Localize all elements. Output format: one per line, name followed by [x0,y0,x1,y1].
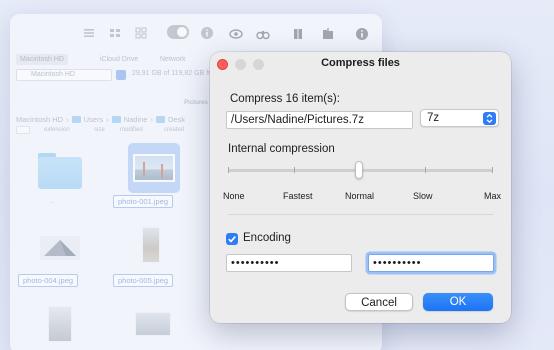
level-label-normal: Normal [345,191,375,201]
cancel-button[interactable]: Cancel [345,293,413,311]
slider-tick [294,167,295,173]
sort-control[interactable] [16,126,30,134]
parent-folder-icon[interactable] [38,153,82,189]
compression-slider-thumb[interactable] [355,161,363,179]
encoding-label[interactable]: Encoding [243,232,291,244]
info-icon[interactable] [200,26,214,40]
info-circle-icon[interactable] [355,27,369,41]
photo-thumbnail[interactable] [48,306,72,342]
photo-thumbnail[interactable] [133,154,175,182]
photo-thumbnail[interactable] [142,227,160,263]
grid-view-icon[interactable] [134,26,148,40]
dialog-title: Compress files [321,57,400,69]
tab-icloud-drive[interactable]: iCloud Drive [96,54,142,65]
eye-icon[interactable] [229,27,243,41]
file-label: photo-001.jpeg [113,195,174,208]
column-header[interactable]: extension [44,127,70,133]
chevron-right-icon: › [150,114,153,124]
slider-tick [425,167,426,173]
level-label-fastest: Fastest [283,191,313,201]
level-label-none: None [223,191,245,201]
list-view-icon[interactable] [82,26,96,40]
column-view-icon[interactable] [108,26,122,40]
level-label-slow: Slow [413,191,433,201]
book-icon[interactable] [291,27,305,41]
slider-tick [492,167,493,173]
confirm-password-field[interactable] [368,254,494,272]
folder-icon [155,115,165,123]
breadcrumb-item[interactable]: Macintosh HD [16,115,63,124]
chevron-right-icon: › [106,114,109,124]
tab-macintosh-hd[interactable]: Macintosh HD [16,54,68,65]
view-toggle[interactable] [167,25,189,39]
checkmark-icon [228,236,236,243]
column-header[interactable]: created [164,127,184,133]
password-field[interactable] [226,254,352,272]
format-value: 7z [427,112,440,124]
photo-thumbnail[interactable] [135,312,171,336]
breadcrumb: Macintosh HD › Users › Nadine › Desk [16,113,185,125]
slider-tick [228,167,229,173]
binoculars-icon[interactable] [256,27,270,41]
breadcrumb-item[interactable]: Users [84,115,104,124]
folder-icon [71,115,81,123]
volume-select[interactable]: Macintosh HD [16,69,112,81]
volume-stepper[interactable] [116,70,126,80]
level-label-max: Max [484,191,502,201]
chevron-up-down-icon [483,112,496,125]
ok-button[interactable]: OK [423,293,493,311]
file-label: photo-005.jpeg [113,274,174,287]
divider [228,214,493,215]
encoding-checkbox[interactable] [226,233,238,245]
folder-download-icon[interactable] [321,27,335,41]
file-label: .. [50,196,55,205]
column-header[interactable]: size [94,127,105,133]
format-select[interactable]: 7z [420,109,499,127]
free-space-label: 29,91 GB of 119,82 GB fr [132,70,211,77]
compression-label: Internal compression [228,143,335,155]
photo-thumbnail[interactable] [40,236,80,260]
compress-files-dialog: Compress files Compress 16 item(s): 7z I… [210,52,511,323]
file-label: photo-004.jpeg [18,274,79,287]
folder-icon [111,115,121,123]
chevron-right-icon: › [66,114,69,124]
compress-count-label: Compress 16 item(s): [230,93,340,105]
column-header[interactable]: modified [120,127,143,133]
tab-network[interactable]: Network [156,54,190,65]
archive-path-field[interactable] [226,111,413,129]
dialog-titlebar: Compress files [210,52,511,76]
breadcrumb-item[interactable]: Desk [168,115,185,124]
breadcrumb-item[interactable]: Nadine [124,115,148,124]
